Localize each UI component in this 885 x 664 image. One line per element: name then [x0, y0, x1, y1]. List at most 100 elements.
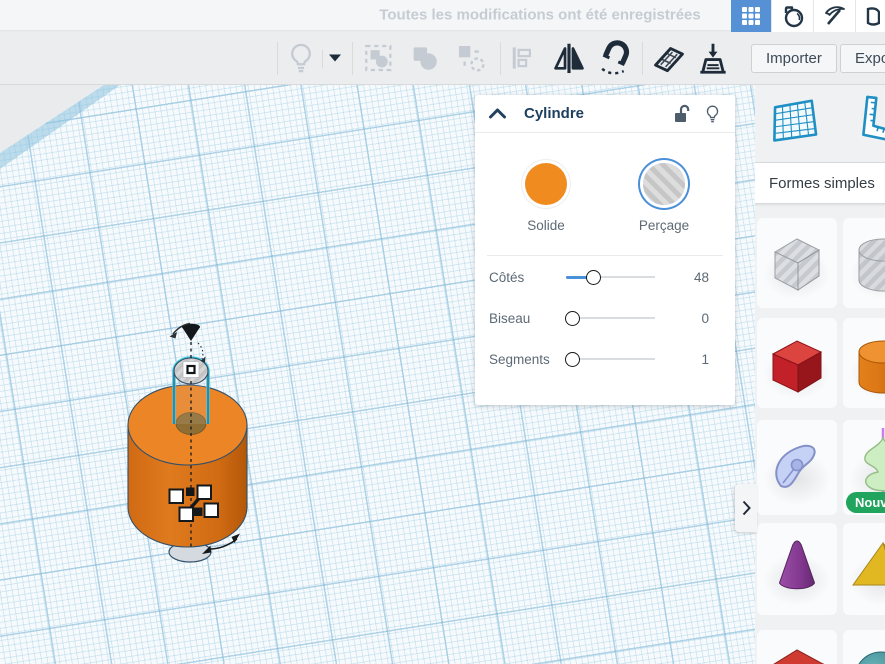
- magnet-icon: [601, 40, 630, 75]
- workplane-blue-icon: [773, 99, 818, 142]
- chevron-up-icon[interactable]: [489, 108, 506, 119]
- 3d-viewport[interactable]: [0, 85, 885, 664]
- combine-button[interactable]: [408, 41, 442, 75]
- gold-pyramid-shape: [852, 541, 885, 586]
- sides-slider-row: Côtés 48: [475, 257, 735, 297]
- caret-down-icon: [329, 54, 341, 62]
- editor-mode-group: [731, 0, 885, 32]
- toolbar-divider: [277, 42, 278, 75]
- solid-swatch-label: Solide: [527, 218, 565, 233]
- slider-label: Biseau: [489, 310, 531, 326]
- slider-value: 1: [701, 351, 709, 367]
- slider-label: Segments: [489, 351, 550, 367]
- mode-bricks-button[interactable]: [771, 0, 813, 32]
- brick-icon: [784, 6, 803, 28]
- workplane-icon: [654, 47, 684, 73]
- bevel-slider-row: Biseau 0: [475, 298, 735, 338]
- mode-3d-editor-button[interactable]: [731, 0, 771, 32]
- workplane-helper-button[interactable]: [769, 94, 819, 151]
- hole-cylinder-shape: [858, 238, 885, 292]
- ungroup-icon: [458, 45, 485, 72]
- bevel-slider-track[interactable]: [565, 310, 655, 326]
- shape-card-box[interactable]: [757, 318, 837, 408]
- hole-box-shape: [773, 238, 821, 291]
- snap-path-button[interactable]: [596, 38, 636, 78]
- shapes-sidebar: Formes simples Nouv: [755, 85, 885, 664]
- scribble-pen-shape: [775, 444, 816, 488]
- inspector-divider: [487, 255, 723, 256]
- segments-slider-row: Segments 1: [475, 339, 735, 379]
- slider-value: 48: [693, 269, 709, 285]
- sides-slider-handle[interactable]: [586, 269, 602, 285]
- shape-inspector-panel: Cylindre Solide Perçage Côtés 48 Biseau …: [475, 95, 735, 405]
- lightbulb-dropdown-button[interactable]: [328, 53, 342, 63]
- purple-cone-shape: [778, 540, 816, 590]
- pickaxe-icon: [824, 6, 845, 25]
- lightbulb-icon: [706, 104, 719, 122]
- 3d-scene[interactable]: [0, 85, 350, 585]
- ruler-tool-button[interactable]: [694, 39, 732, 77]
- partial-mode-icon: [866, 7, 880, 26]
- orange-cylinder-shape: [858, 340, 885, 394]
- workplane-tool-button[interactable]: [650, 39, 688, 77]
- export-button[interactable]: Exporter: [840, 44, 885, 73]
- lock-toggle-button[interactable]: [672, 104, 690, 124]
- toolbar-divider: [322, 50, 323, 68]
- red-box-shape: [771, 340, 823, 393]
- segments-slider-handle[interactable]: [565, 351, 580, 367]
- lightbulb-icon: [291, 43, 311, 73]
- show-all-button[interactable]: [286, 41, 316, 75]
- ruler-helper-button[interactable]: [851, 94, 885, 151]
- mirror-flip-icon: [554, 43, 584, 74]
- shape-card-cone[interactable]: [757, 523, 837, 615]
- align-button[interactable]: [508, 43, 538, 73]
- grid-3x3-icon: [742, 7, 760, 25]
- red-roof-shape: [773, 649, 825, 664]
- shape-card-sphere[interactable]: [843, 630, 885, 664]
- align-icon: [512, 47, 531, 69]
- slider-label: Côtés: [489, 269, 525, 285]
- solid-swatch[interactable]: [525, 163, 567, 205]
- main-toolbar: Importer Exporter: [0, 32, 885, 85]
- sidebar-collapse-button[interactable]: [735, 484, 757, 532]
- ruler-icon: [700, 43, 726, 74]
- save-status-message: Toutes les modifications ont été enregis…: [379, 6, 701, 24]
- import-button[interactable]: Importer: [751, 44, 837, 73]
- bevel-slider-handle[interactable]: [565, 310, 580, 326]
- group-button[interactable]: [362, 41, 396, 75]
- shape-card-pyramid[interactable]: [843, 523, 885, 615]
- shape-category-label: Formes simples: [769, 174, 875, 192]
- shape-card-scribble[interactable]: [757, 420, 837, 515]
- move-z-cone-handle[interactable]: [182, 323, 200, 341]
- mode-extra-button[interactable]: [855, 0, 885, 32]
- scale-top-handle[interactable]: [182, 361, 200, 378]
- shape-card-roof[interactable]: [757, 630, 837, 664]
- shape-card-hole-cylinder[interactable]: [843, 218, 885, 308]
- slider-value: 0: [701, 310, 709, 326]
- sides-slider-track[interactable]: [566, 269, 655, 285]
- inspector-header: Cylindre: [475, 95, 735, 133]
- chevron-right-icon: [742, 500, 751, 516]
- toolbar-divider: [642, 42, 643, 75]
- material-swatches: Solide Perçage: [475, 163, 735, 233]
- tinkercad-app: Toutes les modifications ont été enregis…: [0, 0, 885, 664]
- inspector-title: Cylindre: [524, 105, 585, 122]
- teal-sphere-shape: [858, 651, 885, 664]
- mode-minecraft-button[interactable]: [813, 0, 855, 32]
- ungroup-button[interactable]: [454, 41, 488, 75]
- lock-open-icon: [675, 104, 690, 122]
- top-bar: Toutes les modifications ont été enregis…: [0, 0, 885, 32]
- new-shape-badge: Nouveau: [846, 492, 885, 513]
- visibility-toggle-button[interactable]: [704, 103, 721, 125]
- shape-card-hole-box[interactable]: [757, 218, 837, 308]
- combine-shapes-icon: [413, 47, 437, 70]
- mirror-button[interactable]: [550, 39, 588, 77]
- ruler-blue-icon: [862, 95, 885, 143]
- hole-swatch-label: Perçage: [638, 218, 690, 233]
- hole-swatch[interactable]: [643, 163, 685, 205]
- shape-category-select[interactable]: Formes simples: [755, 162, 885, 204]
- segments-slider-track[interactable]: [565, 351, 655, 367]
- toolbar-divider: [352, 42, 353, 75]
- group-icon: [365, 44, 392, 72]
- shape-card-cylinder[interactable]: [843, 318, 885, 408]
